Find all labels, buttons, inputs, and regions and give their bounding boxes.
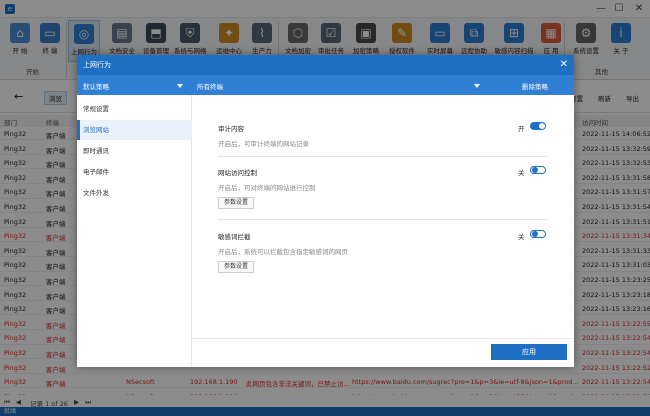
setting-title: 审计内容: [218, 125, 244, 133]
parameter-settings-button[interactable]: 参数设置: [218, 261, 254, 273]
dialog-policy-header: 默认策略 所有终端 删除策略: [77, 75, 574, 95]
delete-policy-button[interactable]: 删除策略: [522, 81, 548, 91]
terminal-select[interactable]: 所有终端: [197, 81, 223, 91]
toggle-knob: [532, 167, 538, 173]
dialog-sidebar: 常规设置 浏览网站 即时通讯 电子邮件 文件外发: [77, 95, 192, 367]
toggle-state-label: 关: [518, 233, 525, 241]
setting-toggle[interactable]: [530, 122, 546, 130]
setting-description: 开启后，可审计终端的网站记录: [218, 140, 309, 148]
parameter-settings-button[interactable]: 参数设置: [218, 197, 254, 209]
toggle-state-label: 开: [518, 125, 525, 133]
sidebar-item[interactable]: 即时通讯: [77, 141, 192, 161]
web-behavior-dialog: 上网行为 ✕ 默认策略 所有终端 删除策略 常规设置 浏览网站 即时通讯 电子邮件 文件…: [77, 55, 574, 367]
sidebar-item[interactable]: 浏览网站: [77, 120, 192, 140]
setting-divider: [218, 156, 548, 157]
setting-title: 网站访问控制: [218, 169, 257, 177]
policy-dropdown-icon[interactable]: [177, 84, 183, 88]
toggle-knob: [532, 231, 538, 237]
dialog-close-icon[interactable]: ✕: [560, 55, 568, 75]
sidebar-item[interactable]: 常规设置: [77, 99, 192, 119]
dialog-title: 上网行为: [83, 61, 111, 69]
footer-divider: [192, 338, 574, 339]
setting-toggle[interactable]: [530, 166, 546, 174]
setting-description: 开启后，可对终端的网站进行控制: [218, 184, 316, 192]
sidebar-item[interactable]: 文件外发: [77, 183, 192, 203]
terminal-dropdown-icon[interactable]: [474, 84, 480, 88]
toggle-knob: [539, 123, 545, 129]
toggle-state-label: 关: [518, 169, 525, 177]
dialog-title-bar: 上网行为 ✕: [77, 55, 574, 75]
setting-toggle[interactable]: [530, 230, 546, 238]
policy-select[interactable]: 默认策略: [83, 81, 109, 91]
setting-title: 敏感词拦截: [218, 233, 251, 241]
setting-divider: [218, 219, 548, 220]
sidebar-item[interactable]: 电子邮件: [77, 162, 192, 182]
setting-description: 开启后，系统可以拦截包含指定敏感词的网页: [218, 248, 348, 256]
apply-button[interactable]: 应用: [491, 344, 567, 360]
